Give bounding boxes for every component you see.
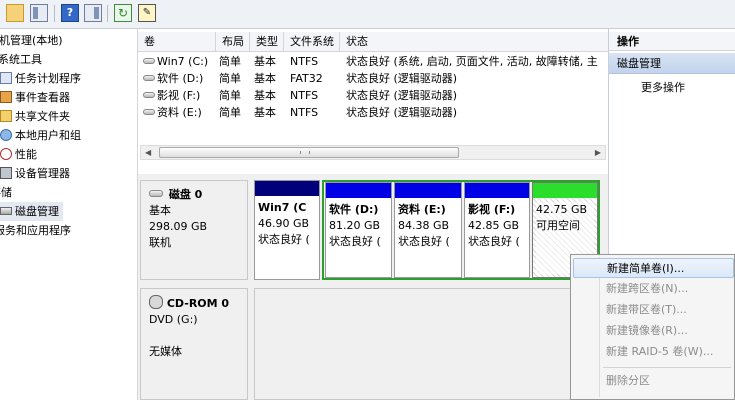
tree-item-local-users[interactable]: 本地用户和组 [0,126,81,145]
volume-row[interactable]: 影视 (F:) 简单 基本 NTFS 状态良好 (逻辑驱动器) [138,87,608,104]
disk-graphical-pane: 磁盘 0 基本 298.09 GB 联机 Win7 (C 46.90 GB 状态… [138,174,608,400]
cdrom-icon [149,295,163,309]
event-viewer-icon [0,91,12,103]
volume-layout: 简单 [219,72,241,85]
volume-status: 状态良好 (逻辑驱动器) [346,89,458,102]
tree-services[interactable]: 服务和应用程序 [0,221,71,240]
refresh-icon[interactable]: ↻ [114,4,132,22]
disk-0-partitions: Win7 (C 46.90 GB 状态良好 ( 软件 (D:) 81.20 GB… [254,180,608,280]
disk-icon [0,207,12,215]
cdrom-media: 无媒体 [149,345,182,358]
volume-filesystem: NTFS [290,89,319,102]
volume-row[interactable]: Win7 (C:) 简单 基本 NTFS 状态良好 (系统, 启动, 页面文件,… [138,53,608,70]
tree-item-disk-management[interactable]: 磁盘管理 [0,202,63,221]
partition-e[interactable]: 资料 (E:) 84.38 GB 状态良好 ( [394,182,462,278]
cdrom-drive: DVD (G:) [149,313,198,326]
menu-item-new-simple-volume[interactable]: 新建简单卷(I)... [573,258,734,278]
scroll-left-icon[interactable]: ◀ [145,146,151,159]
menu-item-delete-partition[interactable]: 删除分区 [573,371,734,391]
menu-item-new-raid5-volume[interactable]: 新建 RAID-5 卷(W)... [573,342,734,362]
context-menu: 新建简单卷(I)... 新建跨区卷(N)... 新建带区卷(T)... 新建镜像… [570,254,735,400]
more-actions-link[interactable]: 更多操作 [641,78,685,97]
volume-name: 资料 (E:) [143,104,215,121]
volume-row[interactable]: 资料 (E:) 简单 基本 NTFS 状态良好 (逻辑驱动器) [138,104,608,121]
horizontal-scrollbar[interactable]: ◀ ▶ [140,145,606,160]
up-folder-icon[interactable] [6,4,24,22]
drive-icon [143,58,155,64]
menu-item-new-spanned-volume[interactable]: 新建跨区卷(N)... [573,279,734,299]
volume-status: 状态良好 (逻辑驱动器) [346,106,458,119]
volume-row[interactable]: 软件 (D:) 简单 基本 FAT32 状态良好 (逻辑驱动器) [138,70,608,87]
disk-0-label[interactable]: 磁盘 0 基本 298.09 GB 联机 [140,180,248,280]
volume-type: 基本 [254,72,276,85]
device-manager-icon [0,167,12,179]
properties-icon[interactable]: ✎ [138,4,156,22]
volume-filesystem: NTFS [290,106,319,119]
disk-0-title: 磁盘 0 [168,188,203,201]
actions-section-disk-management[interactable]: 磁盘管理 [609,53,735,74]
tree-storage[interactable]: 存储 [0,183,12,202]
volume-filesystem: NTFS [290,55,319,68]
action-pane-icon[interactable] [84,4,102,22]
partition-f[interactable]: 影视 (F:) 42.85 GB 状态良好 ( [464,182,530,278]
cdrom-0-label[interactable]: CD-ROM 0 DVD (G:) 无媒体 [140,288,248,400]
volume-layout: 简单 [219,89,241,102]
column-header-filesystem[interactable]: 文件系统 [284,32,340,51]
partition-d[interactable]: 软件 (D:) 81.20 GB 状态良好 ( [325,182,392,278]
console-tree: 机管理(本地) 系统工具 任务计划程序 事件查看器 共享文件夹 本地用户和组 性… [0,29,138,400]
disk-0-type: 基本 [149,204,171,217]
cdrom-title: CD-ROM 0 [166,297,230,310]
column-header-volume[interactable]: 卷 [138,32,216,51]
grip-icon [300,151,310,154]
volume-type: 基本 [254,89,276,102]
volume-name: 影视 (F:) [143,87,215,104]
menu-item-new-mirrored-volume[interactable]: 新建镜像卷(R)... [573,321,734,341]
users-icon [0,129,12,141]
menu-separator [603,367,731,368]
tree-item-device-manager[interactable]: 设备管理器 [0,164,70,183]
disk-icon [149,190,163,197]
extended-partition: 软件 (D:) 81.20 GB 状态良好 ( 资料 (E:) 84.38 GB… [322,180,600,280]
drive-icon [143,75,155,81]
scroll-right-icon[interactable]: ▶ [595,146,601,159]
tree-item-event-viewer[interactable]: 事件查看器 [0,88,70,107]
volume-filesystem: FAT32 [290,72,323,85]
menu-item-new-striped-volume[interactable]: 新建带区卷(T)... [573,300,734,320]
performance-icon [0,148,12,160]
disk-0-size: 298.09 GB [149,220,208,233]
volume-layout: 简单 [219,106,241,119]
tree-system-tools[interactable]: 系统工具 [0,50,42,69]
actions-header: 操作 [609,32,735,51]
drive-icon [143,92,155,98]
tree-item-shared-folders[interactable]: 共享文件夹 [0,107,70,126]
partition-c[interactable]: Win7 (C 46.90 GB 状态良好 ( [254,180,320,280]
tree-item-task-scheduler[interactable]: 任务计划程序 [0,69,81,88]
column-header-layout[interactable]: 布局 [216,32,250,51]
volume-name: Win7 (C:) [143,53,215,70]
volume-type: 基本 [254,106,276,119]
clock-icon [0,72,12,84]
volume-layout: 简单 [219,55,241,68]
center-pane: 卷 布局 类型 文件系统 状态 Win7 (C:) 简单 基本 NTFS 状态良… [138,29,608,400]
drive-icon [143,109,155,115]
toolbar: ? ↻ ✎ [0,0,735,29]
help-icon[interactable]: ? [61,4,79,22]
volume-list-header: 卷 布局 类型 文件系统 状态 [138,32,608,52]
cdrom-area[interactable] [254,288,608,400]
volume-name: 软件 (D:) [143,70,215,87]
tree-item-performance[interactable]: 性能 [0,145,37,164]
partition-bar [255,181,319,196]
disk-0-state: 联机 [149,236,171,249]
column-header-status[interactable]: 状态 [340,32,608,51]
shared-folder-icon [0,110,12,122]
scrollbar-thumb[interactable] [159,147,459,158]
tree-root[interactable]: 机管理(本地) [0,31,63,50]
column-header-type[interactable]: 类型 [250,32,284,51]
console-tree-icon[interactable] [30,4,48,22]
volume-type: 基本 [254,55,276,68]
volume-status: 状态良好 (系统, 启动, 页面文件, 活动, 故障转储, 主 [346,55,598,68]
volume-status: 状态良好 (逻辑驱动器) [346,72,458,85]
